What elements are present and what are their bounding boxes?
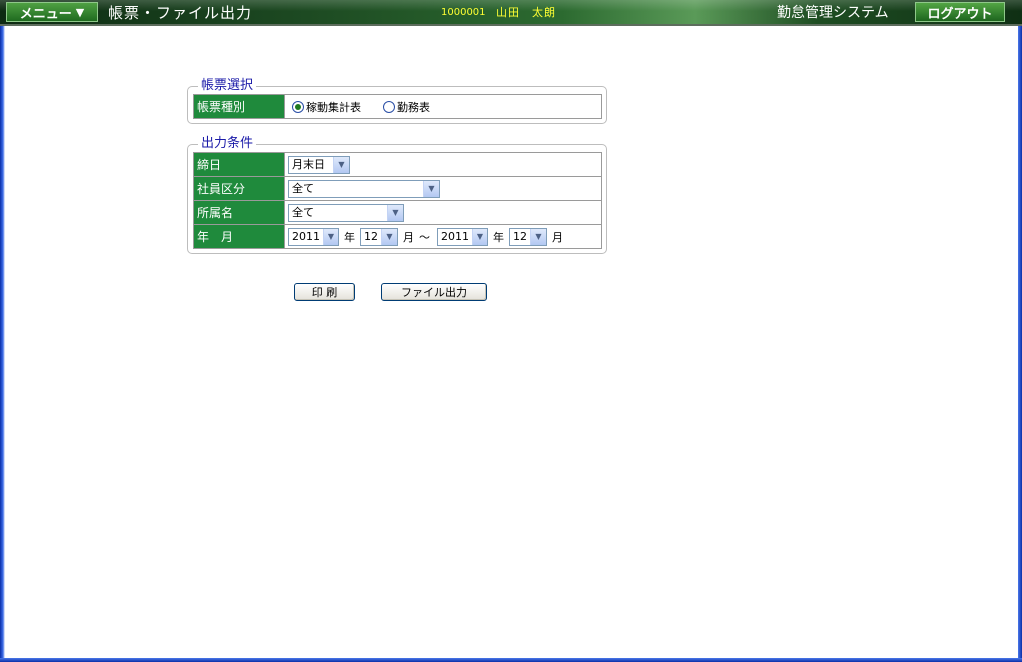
triangle-down-icon: ▼ [75,5,85,19]
closing-day-select[interactable]: 月末日 ▼ [288,155,350,174]
output-conditions-table: 締日 月末日 ▼ 社員区分 全て ▼ 所属名 全て ▼ 年 月 2011 ▼ 年… [193,152,602,249]
chevron-down-icon[interactable]: ▼ [530,228,546,245]
report-select-group: 帳票選択 帳票種別 稼動集計表 勤務表 [187,78,607,124]
header-bar: メニュー ▼ 帳票・ファイル出力 1000001 山田 太朗 勤怠管理システム … [0,0,1022,26]
chevron-down-icon[interactable]: ▼ [423,180,439,197]
chevron-down-icon[interactable]: ▼ [323,228,338,245]
to-month-selected: 12 [513,229,527,243]
menu-button[interactable]: メニュー ▼ [6,2,98,22]
system-name: 勤怠管理システム [777,5,889,21]
employee-category-row: 社員区分 全て ▼ [193,176,602,201]
print-button[interactable]: 印 刷 [294,283,355,301]
closing-day-row: 締日 月末日 ▼ [193,152,602,177]
employee-category-selected: 全て [292,181,314,195]
from-month-selected: 12 [364,229,378,243]
to-month-unit: 月 [552,230,563,244]
output-conditions-legend: 出力条件 [198,136,257,152]
year-month-row: 年 月 2011 ▼ 年 12 ▼ 月 ～ 2011 ▼ 年 12 ▼ 月 [193,224,602,249]
window-frame-bottom [0,658,1022,662]
closing-day-selected: 月末日 [292,157,325,171]
to-year-unit: 年 [493,230,504,244]
radio-work-schedule[interactable]: 勤務表 [383,99,430,115]
department-selected: 全て [292,205,314,219]
to-year-select[interactable]: 2011 ▼ [437,227,488,246]
chevron-down-icon[interactable]: ▼ [381,228,397,245]
from-year-select[interactable]: 2011 ▼ [288,227,339,246]
department-value: 全て ▼ [284,200,602,225]
radio-work-schedule-label: 勤務表 [397,100,430,114]
employee-category-value: 全て ▼ [284,176,602,201]
department-select[interactable]: 全て ▼ [288,203,404,222]
employee-category-label: 社員区分 [193,176,285,201]
chevron-down-icon[interactable]: ▼ [387,204,403,221]
user-name: 山田 太朗 [496,6,556,19]
report-type-row: 帳票種別 稼動集計表 勤務表 [193,94,602,119]
department-row: 所属名 全て ▼ [193,200,602,225]
radio-checked-icon[interactable] [292,100,304,113]
from-year-selected: 2011 [292,229,320,243]
closing-day-label: 締日 [193,152,285,177]
from-year-unit: 年 [344,230,355,244]
range-tilde: ～ [419,230,430,244]
chevron-down-icon[interactable]: ▼ [472,228,487,245]
chevron-down-icon[interactable]: ▼ [333,156,349,173]
year-month-value: 2011 ▼ 年 12 ▼ 月 ～ 2011 ▼ 年 12 ▼ 月 [284,224,602,249]
to-year-selected: 2011 [441,229,469,243]
employee-category-select[interactable]: 全て ▼ [288,179,440,198]
window-frame-right [1018,26,1022,662]
radio-operation-summary[interactable]: 稼動集計表 [292,99,361,115]
report-type-value: 稼動集計表 勤務表 [284,94,602,119]
report-select-legend: 帳票選択 [198,78,257,94]
report-type-radio-group: 稼動集計表 勤務表 [288,99,601,115]
from-month-select[interactable]: 12 ▼ [360,227,398,246]
window-frame-left [0,26,5,662]
radio-unchecked-icon[interactable] [383,100,395,113]
report-type-label: 帳票種別 [193,94,285,119]
closing-day-value: 月末日 ▼ [284,152,602,177]
to-month-select[interactable]: 12 ▼ [509,227,547,246]
year-month-label: 年 月 [193,224,285,249]
logout-button[interactable]: ログアウト [915,2,1005,22]
report-select-table: 帳票種別 稼動集計表 勤務表 [193,94,602,119]
user-id: 1000001 [441,7,486,18]
page-title: 帳票・ファイル出力 [108,4,253,22]
from-month-unit: 月 [403,230,414,244]
department-label: 所属名 [193,200,285,225]
menu-label: メニュー [19,6,72,22]
output-conditions-group: 出力条件 締日 月末日 ▼ 社員区分 全て ▼ 所属名 全て ▼ 年 月 201… [187,136,607,254]
radio-operation-summary-label: 稼動集計表 [306,100,361,114]
file-output-button[interactable]: ファイル出力 [381,283,487,301]
